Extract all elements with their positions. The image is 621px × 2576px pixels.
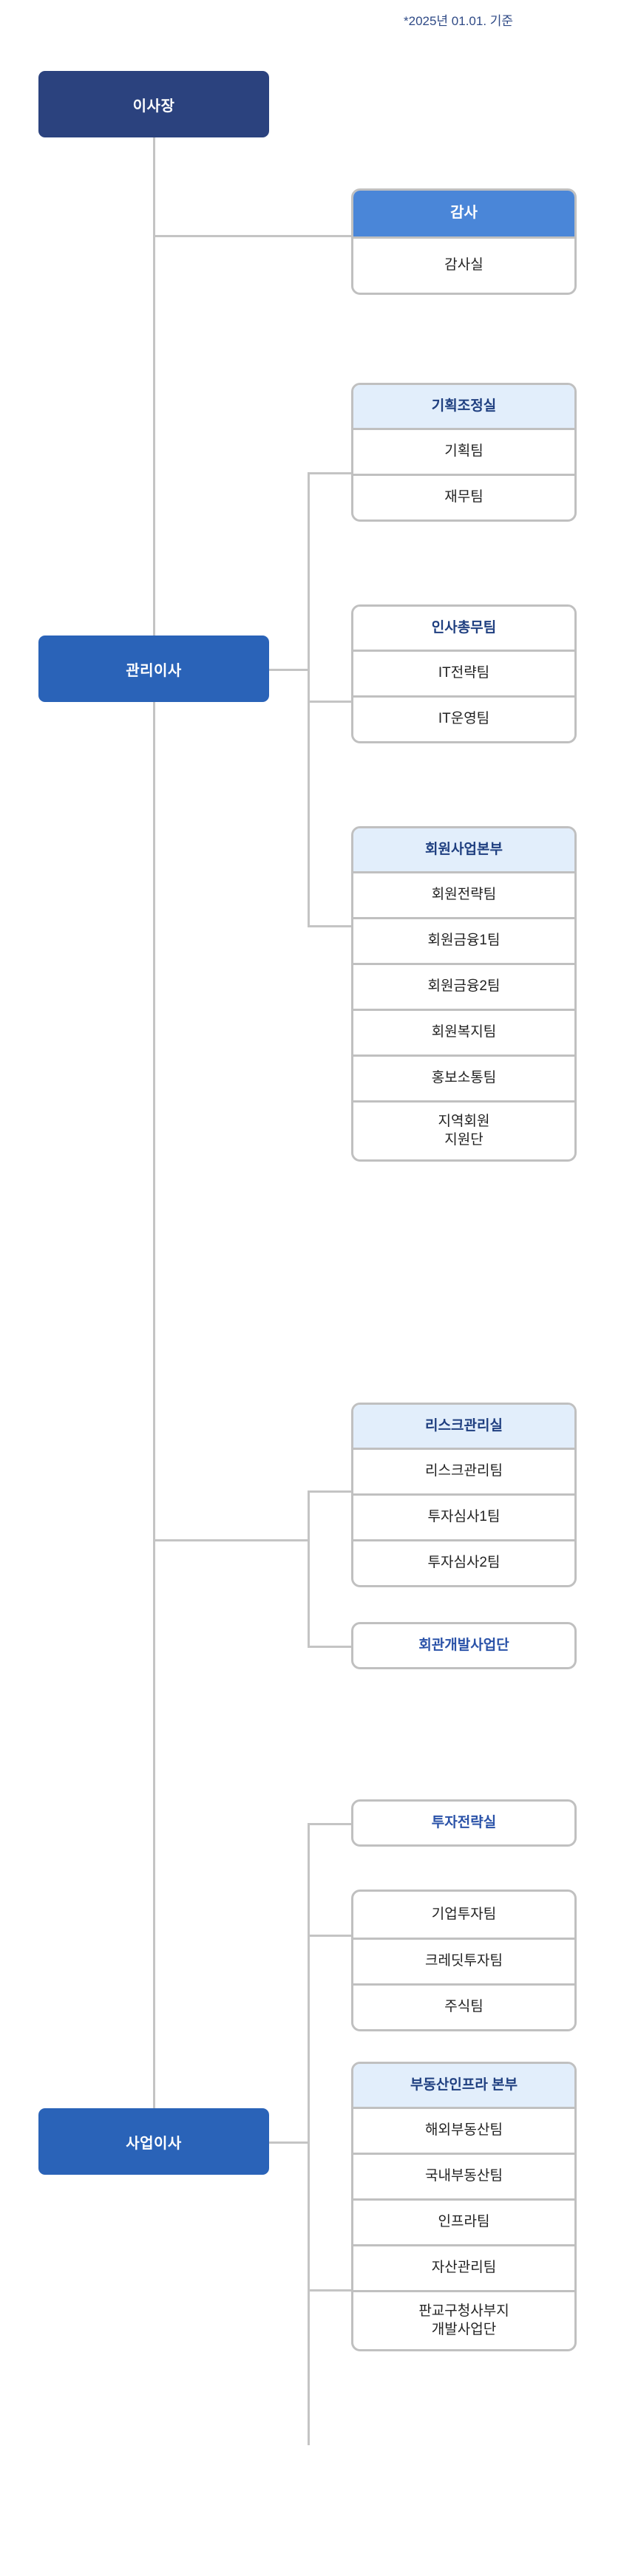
group-item-member-4[interactable]: 홍보소통팀 xyxy=(353,1054,574,1100)
group-item-realestate-2[interactable]: 인프라팀 xyxy=(353,2198,574,2244)
group-item-planning-0[interactable]: 기획팀 xyxy=(353,428,574,474)
group-audit: 감사 감사실 xyxy=(351,188,577,295)
group-item-audit-0[interactable]: 감사실 xyxy=(353,236,574,293)
group-item-invest-teams-2[interactable]: 주식팀 xyxy=(353,1983,574,2029)
solo-invest-strategy[interactable]: 투자전략실 xyxy=(351,1799,577,1847)
connector-management-rail xyxy=(308,472,310,926)
group-head-risk[interactable]: 리스크관리실 xyxy=(353,1405,574,1448)
connector-to-member xyxy=(308,925,353,927)
group-item-invest-teams-0[interactable]: 기업투자팀 xyxy=(353,1892,574,1938)
connector-to-planning xyxy=(308,472,353,474)
group-item-member-2[interactable]: 회원금융2팀 xyxy=(353,963,574,1009)
group-item-member-5[interactable]: 지역회원 지원단 xyxy=(353,1100,574,1159)
exec-label-business-director: 사업이사 xyxy=(126,2135,182,2152)
group-member: 회원사업본부 회원전략팀 회원금융1팀 회원금융2팀 회원복지팀 홍보소통팀 지… xyxy=(351,826,577,1162)
group-head-planning[interactable]: 기획조정실 xyxy=(353,385,574,428)
connector-business-rail xyxy=(308,1823,310,2445)
connector-to-hall-dev xyxy=(308,1646,353,1648)
group-item-risk-0[interactable]: 리스크관리팀 xyxy=(353,1448,574,1493)
group-realestate: 부동산인프라 본부 해외부동산팀 국내부동산팀 인프라팀 자산관리팀 판교구청사… xyxy=(351,2062,577,2351)
group-item-hr-1[interactable]: IT운영팀 xyxy=(353,695,574,741)
connector-mid-rail xyxy=(308,1490,310,1648)
exec-label-chairman: 이사장 xyxy=(132,98,175,115)
group-item-hr-0[interactable]: IT전략팀 xyxy=(353,650,574,695)
connector-to-hr xyxy=(308,701,353,703)
group-head-audit[interactable]: 감사 xyxy=(353,191,574,236)
connector-spine-upper xyxy=(153,137,155,669)
org-chart: *2025년 01.01. 기준 이사장 관리이사 사업이사 감사 감사실 기획… xyxy=(0,0,621,2576)
group-item-risk-2[interactable]: 투자심사2팀 xyxy=(353,1539,574,1585)
group-item-risk-1[interactable]: 투자심사1팀 xyxy=(353,1493,574,1539)
group-head-realestate[interactable]: 부동산인프라 본부 xyxy=(353,2064,574,2107)
group-item-invest-teams-1[interactable]: 크레딧투자팀 xyxy=(353,1938,574,1983)
group-head-member[interactable]: 회원사업본부 xyxy=(353,828,574,871)
connector-to-realestate xyxy=(308,2289,353,2292)
exec-box-business-director[interactable]: 사업이사 xyxy=(38,2108,269,2175)
exec-label-management-director: 관리이사 xyxy=(126,662,182,679)
group-planning: 기획조정실 기획팀 재무팀 xyxy=(351,383,577,522)
connector-mid-out xyxy=(153,1539,309,1541)
connector-spine-lower xyxy=(153,669,155,2141)
group-item-realestate-0[interactable]: 해외부동산팀 xyxy=(353,2107,574,2153)
connector-to-audit xyxy=(153,235,353,237)
connector-to-invest-teams xyxy=(308,1935,353,1937)
solo-hall-dev[interactable]: 회관개발사업단 xyxy=(351,1622,577,1669)
connector-to-invest-strategy xyxy=(308,1823,353,1825)
group-item-member-0[interactable]: 회원전략팀 xyxy=(353,871,574,917)
group-item-member-1[interactable]: 회원금융1팀 xyxy=(353,917,574,963)
group-item-realestate-4[interactable]: 판교구청사부지 개발사업단 xyxy=(353,2290,574,2349)
group-head-hr[interactable]: 인사총무팀 xyxy=(353,607,574,650)
group-invest-teams: 기업투자팀 크레딧투자팀 주식팀 xyxy=(351,1890,577,2031)
footnote-date: *2025년 01.01. 기준 xyxy=(404,14,514,28)
group-risk: 리스크관리실 리스크관리팀 투자심사1팀 투자심사2팀 xyxy=(351,1403,577,1587)
exec-box-chairman[interactable]: 이사장 xyxy=(38,71,269,137)
group-item-realestate-1[interactable]: 국내부동산팀 xyxy=(353,2153,574,2198)
group-item-realestate-3[interactable]: 자산관리팀 xyxy=(353,2244,574,2290)
group-item-member-3[interactable]: 회원복지팀 xyxy=(353,1009,574,1054)
group-item-planning-1[interactable]: 재무팀 xyxy=(353,474,574,519)
group-hr: 인사총무팀 IT전략팀 IT운영팀 xyxy=(351,604,577,743)
connector-to-risk xyxy=(308,1490,353,1493)
exec-box-management-director[interactable]: 관리이사 xyxy=(38,636,269,702)
